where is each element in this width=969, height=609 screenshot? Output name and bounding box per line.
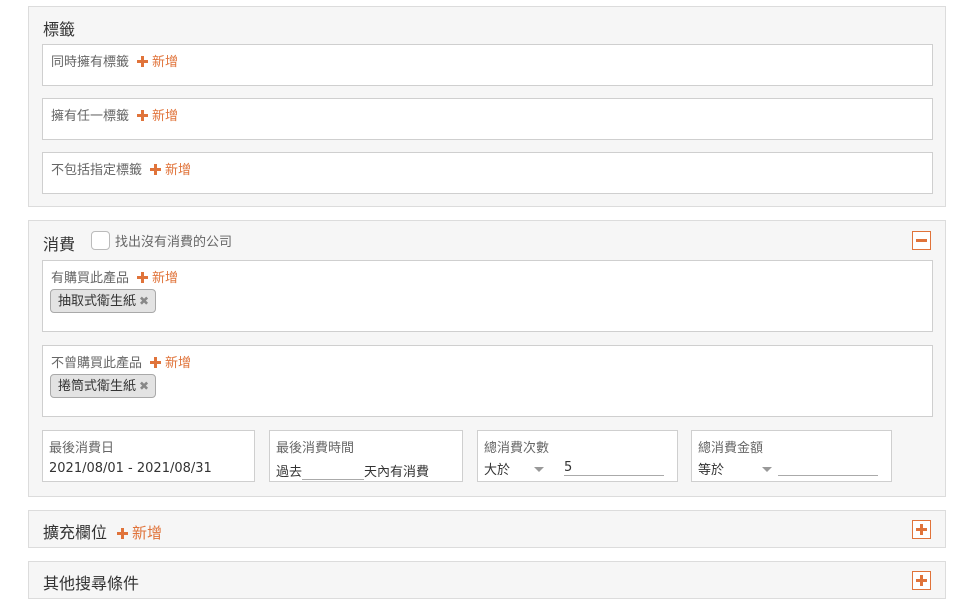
add-label: 新增: [152, 109, 179, 124]
expand-other-conditions-button[interactable]: [912, 571, 931, 590]
any-tags-box[interactable]: 擁有任一標籤 新增: [42, 98, 933, 140]
any-tags-label: 擁有任一標籤 新增: [51, 105, 178, 124]
never-bought-product-box[interactable]: 不曾購買此產品 新增 捲筒式衛生紙 ✖: [42, 345, 933, 417]
plus-icon: [150, 164, 162, 175]
extend-fields-title: 擴充欄位 新增: [43, 519, 162, 543]
exclude-tags-label-text: 不包括指定標籤: [51, 163, 143, 178]
add-label: 新增: [132, 524, 163, 542]
expand-extend-fields-button[interactable]: [912, 520, 931, 539]
tags-panel: 標籤 同時擁有標籤 新增 擁有任一標籤 新增 不包括指定標籤 新增: [28, 6, 946, 207]
other-conditions-title: 其他搜尋條件: [43, 574, 140, 593]
bought-product-label-text: 有購買此產品: [51, 271, 130, 286]
bought-product-add-button[interactable]: 新增: [137, 271, 178, 286]
caret-down-icon: [762, 467, 773, 472]
product-chip-label: 捲筒式衛生紙: [58, 379, 137, 394]
add-label: 新增: [152, 55, 179, 70]
last-consumption-time-suffix: 天內有消費: [364, 465, 430, 480]
no-consumption-checkbox-row[interactable]: 找出沒有消費的公司: [91, 231, 232, 250]
last-consumption-time-field: 最後消費時間 過去 天內有消費: [269, 430, 463, 482]
extend-fields-title-text: 擴充欄位: [43, 523, 108, 542]
all-tags-box[interactable]: 同時擁有標籤 新增: [42, 44, 933, 86]
collapse-consumption-button[interactable]: [912, 231, 931, 250]
consumption-panel: 消費 找出沒有消費的公司 有購買此產品 新增 抽取式衛生紙 ✖ 不曾購買此產品 新增 …: [28, 220, 946, 497]
plus-icon: [137, 110, 149, 121]
bought-product-label: 有購買此產品 新增: [51, 267, 178, 286]
any-tags-add-button[interactable]: 新增: [137, 109, 178, 124]
total-amount-operator-select[interactable]: 等於: [698, 459, 773, 478]
plus-icon: [137, 272, 149, 283]
other-conditions-panel: 其他搜尋條件: [28, 561, 946, 599]
add-label: 新增: [165, 356, 192, 371]
last-consumption-date-label: 最後消費日: [49, 441, 115, 456]
total-count-label: 總消費次數: [484, 441, 550, 456]
days-input[interactable]: [302, 464, 365, 480]
all-tags-label: 同時擁有標籤 新增: [51, 51, 178, 70]
no-consumption-checkbox[interactable]: [91, 231, 110, 250]
exclude-tags-add-button[interactable]: 新增: [150, 163, 191, 178]
caret-down-icon: [534, 467, 545, 472]
close-icon[interactable]: ✖: [139, 290, 149, 312]
total-count-operator-value: 大於: [484, 463, 511, 478]
plus-icon: [137, 56, 149, 67]
total-amount-field: 總消費金額 等於: [691, 430, 892, 482]
total-count-field: 總消費次數 大於 5: [477, 430, 678, 482]
bought-product-box[interactable]: 有購買此產品 新增 抽取式衛生紙 ✖: [42, 260, 933, 332]
plus-icon: [150, 357, 162, 368]
extend-fields-add-button[interactable]: 新增: [117, 524, 162, 542]
product-chip-label: 抽取式衛生紙: [58, 294, 137, 309]
add-label: 新增: [152, 271, 179, 286]
never-bought-product-label-text: 不曾購買此產品: [51, 356, 143, 371]
product-chip: 捲筒式衛生紙 ✖: [50, 374, 157, 398]
tags-panel-title: 標籤: [43, 20, 76, 39]
last-consumption-time-prefix: 過去: [276, 465, 303, 480]
total-count-operator-select[interactable]: 大於: [484, 459, 545, 478]
last-consumption-time-row: 過去 天內有消費: [276, 461, 429, 480]
exclude-tags-label: 不包括指定標籤 新增: [51, 159, 191, 178]
exclude-tags-box[interactable]: 不包括指定標籤 新增: [42, 152, 933, 194]
extend-fields-panel: 擴充欄位 新增: [28, 510, 946, 548]
add-label: 新增: [165, 163, 192, 178]
never-bought-product-add-button[interactable]: 新增: [150, 356, 191, 371]
total-amount-operator-value: 等於: [698, 463, 725, 478]
last-consumption-date-field[interactable]: 最後消費日 2021/08/01 - 2021/08/31: [42, 430, 255, 482]
all-tags-label-text: 同時擁有標籤: [51, 55, 130, 70]
all-tags-add-button[interactable]: 新增: [137, 55, 178, 70]
product-chip: 抽取式衛生紙 ✖: [50, 289, 157, 313]
no-consumption-checkbox-label: 找出沒有消費的公司: [115, 235, 233, 250]
last-consumption-date-value[interactable]: 2021/08/01 - 2021/08/31: [49, 461, 212, 476]
total-amount-label: 總消費金額: [698, 441, 764, 456]
plus-icon: [117, 528, 129, 539]
never-bought-product-label: 不曾購買此產品 新增: [51, 352, 191, 371]
total-amount-input[interactable]: [778, 460, 878, 476]
close-icon[interactable]: ✖: [139, 375, 149, 397]
any-tags-label-text: 擁有任一標籤: [51, 109, 130, 124]
total-count-input[interactable]: 5: [564, 460, 664, 476]
last-consumption-time-label: 最後消費時間: [276, 441, 355, 456]
consumption-panel-title: 消費: [43, 235, 76, 254]
